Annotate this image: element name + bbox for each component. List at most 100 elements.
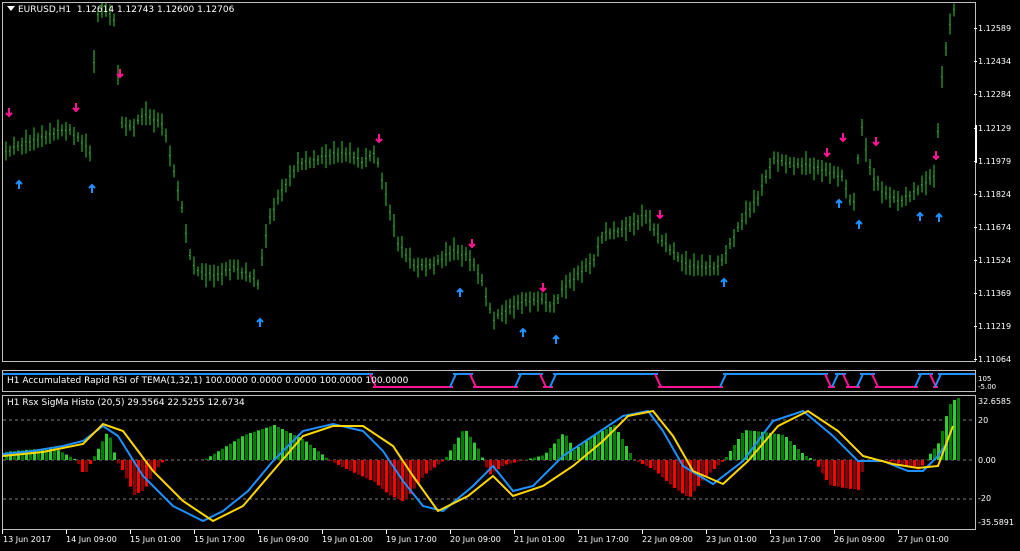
histo-bar: [77, 460, 80, 464]
sell-arrow-icon: [375, 134, 383, 144]
histo-bar: [857, 460, 860, 490]
histo-bar: [313, 448, 316, 460]
price-chart-canvas[interactable]: [3, 3, 975, 361]
sell-arrow-icon: [656, 210, 664, 220]
histo-bar: [101, 441, 104, 460]
histo-bar: [821, 460, 824, 474]
histo-bar: [705, 460, 708, 477]
histo-bar: [249, 433, 252, 460]
price-label: 1.12284: [978, 90, 1012, 99]
histo-canvas: [3, 398, 975, 523]
histo-bar: [289, 433, 292, 460]
histo-bar: [333, 460, 336, 463]
histo-bar: [433, 460, 436, 468]
histo-bar: [573, 450, 576, 460]
histo-bar: [765, 432, 768, 460]
histo-bar: [729, 451, 732, 460]
buy-arrow-icon: [835, 198, 843, 208]
histo-bar: [253, 431, 256, 460]
histo-bar: [545, 452, 548, 460]
histo-bar: [537, 456, 540, 460]
histo-bar: [373, 460, 376, 482]
histo-bar: [809, 458, 812, 460]
histo-bar: [437, 460, 440, 465]
rsi-title: H1 Accumulated Rapid RSI of TEMA(1,32,1)…: [7, 376, 409, 386]
histo-bar: [925, 459, 928, 460]
histo-bar: [325, 457, 328, 460]
histo-bar: [849, 460, 852, 489]
histo-bar: [241, 436, 244, 460]
histo-bar: [841, 460, 844, 488]
histo-bar: [85, 460, 88, 472]
histo-bar: [781, 434, 784, 460]
price-label: 1.11824: [978, 190, 1012, 199]
histo-bar: [369, 460, 372, 481]
rsi-indicator-pane[interactable]: H1 Accumulated Rapid RSI of TEMA(1,32,1)…: [2, 370, 976, 392]
histo-bar: [245, 434, 248, 460]
histo-bar: [533, 457, 536, 460]
histo-scale-label: -35.5891: [978, 518, 1014, 527]
histo-bar: [213, 453, 216, 460]
histo-bar: [465, 430, 468, 460]
histo-bar: [529, 458, 532, 460]
histo-bar: [713, 460, 716, 469]
price-label: 1.12434: [978, 57, 1012, 66]
histo-title: H1 Rsx SigMa Histo (20,5) 29.5564 22.525…: [7, 398, 245, 408]
histo-bar: [469, 436, 472, 460]
histo-bar: [109, 437, 112, 460]
histo-bar: [217, 451, 220, 460]
histo-bar: [305, 441, 308, 460]
sell-arrow-icon: [72, 103, 80, 113]
histo-scale-label: -20: [978, 494, 992, 503]
histo-bar: [553, 443, 556, 460]
chart-title: EURUSD,H1 1.12614 1.12743 1.12600 1.1270…: [7, 5, 234, 15]
histo-bar: [137, 460, 140, 493]
time-label: 14 Jun 09:00: [66, 535, 117, 544]
ohlc-values: 1.12614 1.12743 1.12600 1.12706: [76, 5, 235, 15]
histo-bar: [833, 460, 836, 486]
histo-bar: [449, 450, 452, 460]
histo-bar: [785, 437, 788, 460]
histo-bar: [653, 460, 656, 470]
histo-bar: [793, 445, 796, 460]
histo-bar: [853, 460, 856, 490]
histo-bar: [461, 431, 464, 460]
histo-indicator-pane[interactable]: H1 Rsx SigMa Histo (20,5) 29.5564 22.525…: [2, 395, 976, 530]
time-label: 15 Jun 01:00: [130, 535, 181, 544]
rsi-transition: [856, 373, 864, 388]
price-label: 1.11674: [978, 223, 1012, 232]
histo-bar: [121, 460, 124, 470]
rsi-transition: [469, 373, 477, 388]
sell-arrow-icon: [932, 151, 940, 161]
buy-arrow-icon: [916, 211, 924, 221]
histo-bar: [281, 429, 284, 460]
time-axis[interactable]: 13 Jun 2017 14 Jun 09:00 15 Jun 01:00 15…: [0, 530, 977, 551]
buy-arrow-icon: [720, 277, 728, 287]
histo-bar: [73, 458, 76, 460]
rsi-transition: [831, 373, 839, 388]
histo-bar: [445, 456, 448, 460]
histo-bar: [425, 460, 428, 474]
histo-bar: [817, 460, 820, 467]
blue-signal-line: [3, 409, 949, 523]
histo-bar: [889, 460, 892, 462]
dropdown-triangle-icon[interactable]: [7, 6, 15, 11]
histo-bar: [273, 425, 276, 460]
histo-bar: [229, 443, 232, 460]
time-label: 23 Jun 17:00: [770, 535, 821, 544]
rsi-transition: [871, 373, 879, 388]
current-price-marker: [975, 125, 977, 163]
histo-bar: [65, 454, 68, 460]
histo-bar: [81, 460, 84, 472]
histo-bar: [117, 460, 120, 464]
histo-bar: [649, 460, 652, 468]
time-label: 21 Jun 17:00: [578, 535, 629, 544]
histo-bar: [557, 438, 560, 460]
histo-bar: [585, 441, 588, 460]
price-scale[interactable]: 1.12589 1.12434 1.12284 1.12129 1.11979 …: [974, 0, 1020, 530]
price-chart-pane[interactable]: EURUSD,H1 1.12614 1.12743 1.12600 1.1270…: [2, 2, 976, 362]
histo-bar: [233, 441, 236, 460]
buy-arrow-icon: [456, 287, 464, 297]
histo-bar: [801, 453, 804, 460]
histo-bar: [209, 456, 212, 460]
